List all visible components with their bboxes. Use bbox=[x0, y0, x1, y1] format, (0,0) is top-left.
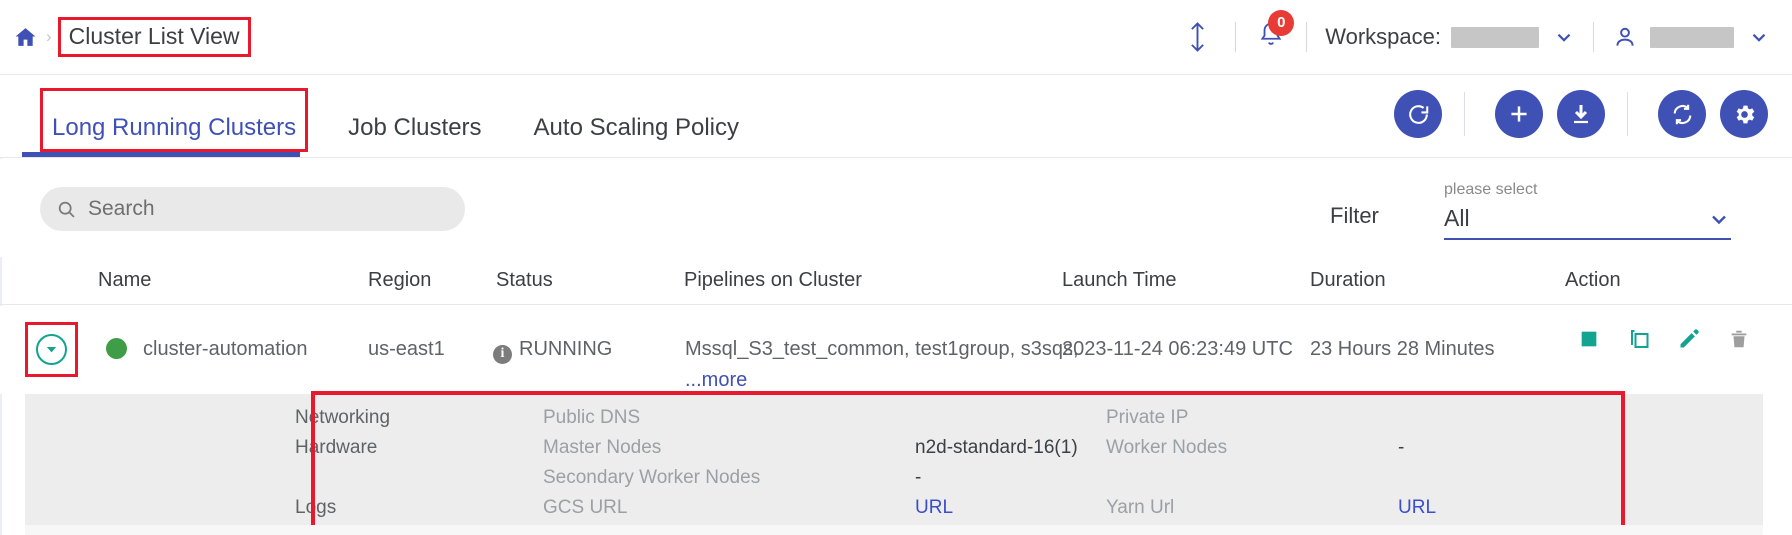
column-header-duration: Duration bbox=[1310, 269, 1386, 291]
detail-value-secondary-worker-nodes: - bbox=[915, 467, 922, 488]
cluster-list-view-page: › Cluster List View 0 Workspace: Long Ru… bbox=[0, 0, 1792, 535]
stop-button[interactable] bbox=[1576, 326, 1602, 352]
filter-selected-value: All bbox=[1444, 205, 1470, 231]
detail-label-master-nodes: Master Nodes bbox=[543, 437, 662, 458]
edit-button[interactable] bbox=[1676, 326, 1702, 352]
workspace-label: Workspace: bbox=[1325, 24, 1441, 49]
info-icon: i bbox=[493, 344, 512, 364]
detail-value-worker-nodes: - bbox=[1398, 437, 1405, 458]
table-header-row: Name Region Status Pipelines on Cluster … bbox=[0, 257, 1792, 305]
active-tab-underline bbox=[22, 152, 300, 157]
filter-label: Filter bbox=[1330, 203, 1379, 228]
tab-job-clusters-label: Job Clusters bbox=[348, 114, 482, 141]
tab-auto-scaling-policy-label: Auto Scaling Policy bbox=[533, 114, 739, 141]
clone-button[interactable] bbox=[1626, 326, 1652, 352]
restart-button[interactable] bbox=[1394, 90, 1442, 138]
table-bottom-strip bbox=[25, 525, 1763, 535]
detail-value-master-nodes: n2d-standard-16(1) bbox=[915, 437, 1078, 458]
chevron-down-icon[interactable] bbox=[1707, 207, 1731, 231]
detail-label-worker-nodes: Worker Nodes bbox=[1106, 437, 1228, 458]
header-divider-1 bbox=[1235, 22, 1237, 52]
toolbar-divider-1 bbox=[1464, 92, 1465, 136]
column-header-launch-time: Launch Time bbox=[1062, 269, 1177, 291]
column-header-pipelines: Pipelines on Cluster bbox=[684, 269, 862, 291]
detail-section-hardware: Hardware bbox=[295, 437, 378, 458]
cell-status: i RUNNING bbox=[493, 338, 612, 364]
detail-label-public-dns: Public DNS bbox=[543, 407, 641, 428]
cell-launch-time: 2023-11-24 06:23:49 UTC bbox=[1062, 338, 1293, 360]
detail-label-private-ip: Private IP bbox=[1106, 407, 1189, 428]
detail-label-yarn-url: Yarn Url bbox=[1106, 497, 1175, 518]
workspace-chevron-down-icon[interactable] bbox=[1553, 26, 1575, 48]
notifications-button[interactable]: 0 bbox=[1254, 9, 1295, 54]
detail-link-yarn-url[interactable]: URL bbox=[1398, 497, 1436, 519]
cell-status-text: RUNNING bbox=[519, 338, 613, 360]
column-header-status: Status bbox=[496, 269, 553, 291]
breadcrumb-separator: › bbox=[46, 27, 52, 46]
column-header-action: Action bbox=[1565, 269, 1621, 291]
header-right-controls: 0 Workspace: bbox=[1177, 0, 1792, 74]
search-filter-row: Search Filter please select All bbox=[0, 159, 1792, 257]
toolbar-divider-2 bbox=[1627, 92, 1628, 136]
detail-label-gcs-url: GCS URL bbox=[543, 497, 628, 518]
detail-label-secondary-worker-nodes: Secondary Worker Nodes bbox=[543, 467, 761, 488]
row-expander-annotation bbox=[25, 322, 78, 377]
user-chevron-down-icon[interactable] bbox=[1748, 26, 1770, 48]
detail-link-gcs-url[interactable]: URL bbox=[915, 497, 953, 519]
cell-duration: 23 Hours 28 Minutes bbox=[1310, 338, 1495, 360]
detail-section-logs: Logs bbox=[295, 497, 337, 518]
column-header-name: Name bbox=[98, 269, 152, 291]
sort-vertical-icon[interactable] bbox=[1177, 20, 1217, 54]
tabs-bar: Long Running Clusters Job Clusters Auto … bbox=[0, 76, 1792, 158]
sync-button[interactable] bbox=[1658, 90, 1706, 138]
tab-job-clusters[interactable]: Job Clusters bbox=[348, 114, 481, 158]
workspace-value bbox=[1451, 26, 1539, 48]
pipelines-more-link[interactable]: ...more bbox=[685, 369, 747, 392]
header-divider-2 bbox=[1306, 22, 1308, 52]
detail-section-networking: Networking bbox=[295, 407, 391, 428]
cell-pipelines: Mssql_S3_test_common, test1group, s3sqs, bbox=[685, 338, 1079, 360]
search-icon bbox=[56, 199, 77, 220]
tab-long-running-clusters-label: Long Running Clusters bbox=[52, 114, 297, 141]
cell-region: us-east1 bbox=[368, 338, 445, 360]
add-button[interactable] bbox=[1495, 90, 1543, 138]
toolbar-actions bbox=[1394, 90, 1768, 138]
cell-cluster-name[interactable]: cluster-automation bbox=[143, 338, 308, 361]
breadcrumb: › Cluster List View bbox=[12, 16, 251, 58]
user-name-value bbox=[1650, 26, 1734, 48]
user-icon[interactable] bbox=[1612, 24, 1638, 50]
filter-select[interactable]: please select All bbox=[1444, 181, 1731, 240]
delete-button[interactable] bbox=[1726, 326, 1752, 352]
green-status-dot bbox=[106, 338, 127, 359]
settings-button[interactable] bbox=[1720, 90, 1768, 138]
download-button[interactable] bbox=[1557, 90, 1605, 138]
filter-float-label: please select bbox=[1444, 181, 1538, 198]
row-action-buttons bbox=[1576, 326, 1752, 352]
cluster-detail-panel: Networking Public DNS Private IP Hardwar… bbox=[25, 394, 1763, 525]
tab-list: Long Running Clusters Job Clusters Auto … bbox=[0, 76, 739, 158]
home-icon[interactable] bbox=[12, 24, 38, 50]
search-placeholder: Search bbox=[88, 197, 155, 220]
circle-chevron-down-icon[interactable] bbox=[36, 334, 67, 365]
search-input[interactable]: Search bbox=[40, 187, 465, 231]
tab-auto-scaling-policy[interactable]: Auto Scaling Policy bbox=[534, 114, 739, 158]
breadcrumb-title[interactable]: Cluster List View bbox=[57, 16, 251, 58]
table-row: cluster-automation us-east1 i RUNNING Mss… bbox=[0, 306, 1792, 394]
notification-count-badge: 0 bbox=[1268, 9, 1295, 36]
filter-select-control[interactable]: All bbox=[1444, 205, 1731, 240]
column-header-region: Region bbox=[368, 269, 432, 291]
header-divider-3 bbox=[1593, 22, 1594, 52]
top-header-bar: › Cluster List View 0 Workspace: bbox=[0, 0, 1792, 75]
